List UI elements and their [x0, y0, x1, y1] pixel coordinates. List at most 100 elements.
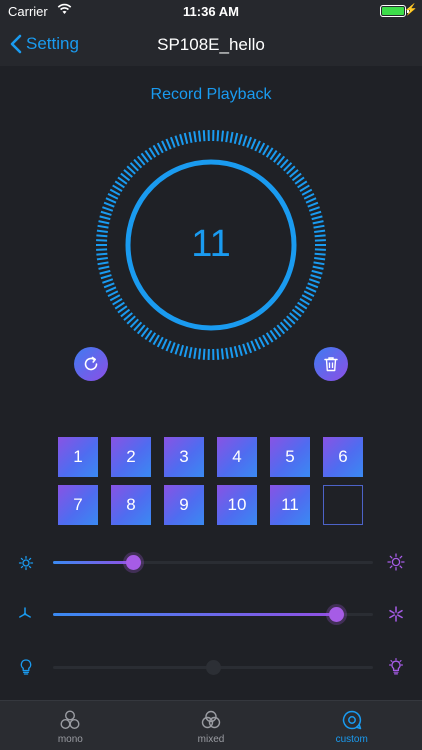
fan-slow-icon	[16, 605, 34, 623]
record-slot-label: 1	[73, 447, 83, 466]
record-slot[interactable]: 11	[270, 485, 310, 525]
dial-tick	[299, 184, 310, 192]
dial-tick	[103, 282, 115, 289]
record-slot[interactable]: 4	[217, 437, 257, 477]
dial-tick	[250, 340, 257, 352]
dial-tick	[183, 346, 189, 358]
dial-tick	[303, 192, 315, 200]
dial-tick	[305, 286, 317, 293]
dial-tick	[102, 206, 114, 212]
dial-tick	[258, 336, 266, 348]
tab-mixed[interactable]: mixed	[141, 701, 282, 750]
bulb-bright-icon	[387, 658, 405, 676]
record-slot[interactable]: 5	[270, 437, 310, 477]
battery-icon	[380, 5, 409, 17]
record-slot[interactable]: 3	[164, 437, 204, 477]
nav-bar: Setting SP108E_hello	[0, 22, 422, 66]
record-slot-label: 5	[285, 447, 295, 466]
dial-tick	[220, 348, 225, 360]
dial-tick	[299, 298, 310, 306]
dial-tick	[105, 286, 117, 293]
record-slot[interactable]: 2	[111, 437, 151, 477]
tab-bar: mono mixed custom	[0, 700, 422, 750]
mixed-circles-icon	[201, 710, 221, 729]
refresh-icon	[84, 356, 98, 371]
dial-tick	[242, 343, 248, 355]
record-slot[interactable]: 10	[217, 485, 257, 525]
dial-tick	[100, 210, 112, 216]
mono-circles-icon	[60, 710, 80, 730]
speed-slider-thumb[interactable]	[329, 607, 345, 622]
record-slot-empty[interactable]	[323, 485, 363, 525]
white-level-slider-thumb	[206, 660, 221, 675]
dial-tick	[265, 147, 274, 158]
dial-tick	[308, 278, 320, 284]
dial-tick	[202, 348, 206, 360]
dial-tick	[238, 344, 243, 357]
record-slot[interactable]: 6	[323, 437, 363, 477]
dial-tick	[254, 338, 261, 350]
tab-custom[interactable]: custom	[281, 701, 422, 750]
dial-tick	[254, 140, 261, 152]
brightness-slider[interactable]	[53, 555, 373, 570]
brightness-slider-fill	[53, 561, 133, 564]
dial-tick	[229, 346, 234, 359]
dial-tick	[233, 346, 239, 358]
dial-tick	[225, 347, 229, 359]
record-slot[interactable]: 1	[58, 437, 98, 477]
dial-tick	[197, 130, 202, 142]
dial-tick	[311, 215, 323, 221]
record-slot-label: 4	[232, 447, 242, 466]
tab-mono[interactable]: mono	[0, 701, 141, 750]
dial-tick	[156, 142, 164, 154]
dial-tick	[216, 348, 220, 360]
clock: 11:36 AM	[183, 4, 239, 19]
status-bar: Carrier 11:36 AM ⚡	[0, 0, 422, 22]
dial-tick	[238, 133, 243, 146]
tab-custom-label: custom	[335, 734, 368, 745]
dial-tick	[188, 131, 193, 144]
record-slot-label: 11	[281, 495, 299, 514]
dial-tick	[301, 188, 313, 196]
dial-tick	[99, 269, 111, 275]
dial-tick	[179, 133, 184, 146]
dial-tick	[100, 274, 112, 280]
dial-tick	[156, 336, 164, 348]
dial-tick	[229, 131, 234, 144]
record-slot[interactable]: 8	[111, 485, 151, 525]
dial-tick	[308, 206, 320, 212]
dial-tick	[161, 338, 168, 350]
dial-tick	[188, 346, 193, 359]
brightness-slider-thumb[interactable]	[126, 555, 141, 570]
fan-fast-icon	[387, 605, 405, 623]
dial-tick	[148, 332, 157, 343]
dial-tick	[107, 192, 119, 200]
tab-mixed-label: mixed	[197, 734, 225, 745]
dial-tick	[102, 278, 114, 284]
dial-tick	[246, 342, 253, 354]
dial-tick	[193, 347, 197, 359]
dial-tick	[202, 130, 206, 142]
dial-tick	[233, 132, 239, 144]
dial-tick	[165, 138, 172, 150]
dial-tick	[109, 294, 121, 302]
dial-tick	[161, 140, 168, 152]
speed-slider[interactable]	[53, 607, 373, 622]
dial-tick	[307, 201, 319, 208]
record-slot[interactable]: 9	[164, 485, 204, 525]
record-slot-label: 6	[338, 447, 348, 466]
dial-tick	[165, 340, 172, 352]
dial-tick	[103, 201, 115, 208]
dial-tick	[310, 274, 322, 280]
dial-tick	[109, 188, 121, 196]
dial-tick	[262, 144, 270, 156]
delete-button[interactable]	[314, 347, 348, 381]
record-slot[interactable]: 7	[58, 485, 98, 525]
dial-tick	[174, 343, 180, 355]
dial-tick	[246, 136, 253, 148]
reset-button[interactable]	[74, 347, 108, 381]
dial-tick	[174, 135, 180, 147]
record-slot-label: 3	[179, 447, 189, 466]
dial-tick	[258, 142, 266, 154]
bulb-icon	[17, 658, 35, 676]
